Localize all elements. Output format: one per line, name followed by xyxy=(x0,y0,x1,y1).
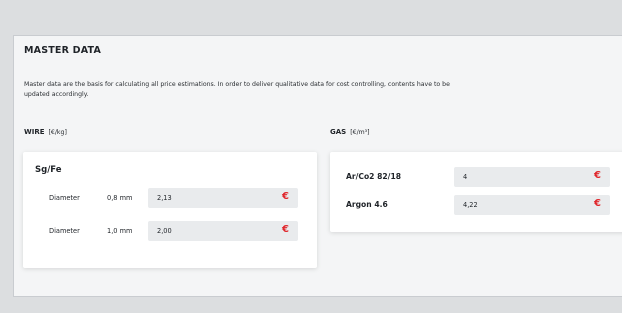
wire-price-input-1-0mm[interactable]: 2,00 € xyxy=(148,221,298,241)
wire-price-value: 2,13 xyxy=(157,194,172,202)
gas-label: GAS xyxy=(330,128,347,136)
gas-name: Ar/Co2 82/18 xyxy=(346,172,402,181)
master-data-panel: MASTER DATA Master data are the basis fo… xyxy=(13,35,622,297)
diameter-label: Diameter xyxy=(49,194,80,202)
gas-price-input-arco2[interactable]: 4 € xyxy=(454,167,610,187)
gas-section-label: GAS [€/m³] xyxy=(330,128,370,136)
page-description: Master data are the basis for calculatin… xyxy=(24,81,450,98)
gas-name: Argon 4.6 xyxy=(346,200,388,209)
euro-icon: € xyxy=(594,170,601,181)
euro-icon: € xyxy=(282,191,289,202)
wire-price-input-0-8mm[interactable]: 2,13 € xyxy=(148,188,298,208)
euro-icon: € xyxy=(282,224,289,235)
wire-label: WIRE xyxy=(24,128,45,136)
diameter-label: Diameter xyxy=(49,227,80,235)
wire-unit: [€/kg] xyxy=(48,129,67,136)
wire-price-value: 2,00 xyxy=(157,227,172,235)
gas-row: Argon 4.6 4,22 € xyxy=(330,195,622,215)
gas-price-input-argon[interactable]: 4,22 € xyxy=(454,195,610,215)
gas-row: Ar/Co2 82/18 4 € xyxy=(330,167,622,187)
wire-card-title: Sg/Fe xyxy=(35,165,62,175)
wire-card: Sg/Fe Diameter 0,8 mm 2,13 € Diameter 1,… xyxy=(23,152,317,268)
wire-row: Diameter 1,0 mm 2,00 € xyxy=(23,221,317,241)
euro-icon: € xyxy=(594,198,601,209)
gas-price-value: 4 xyxy=(463,173,468,181)
gas-price-value: 4,22 xyxy=(463,201,478,209)
diameter-size: 1,0 mm xyxy=(107,227,133,235)
gas-unit: [€/m³] xyxy=(350,129,370,136)
wire-row: Diameter 0,8 mm 2,13 € xyxy=(23,188,317,208)
diameter-size: 0,8 mm xyxy=(107,194,133,202)
wire-section-label: WIRE [€/kg] xyxy=(24,128,67,136)
gas-card: Ar/Co2 82/18 4 € Argon 4.6 4,22 € xyxy=(330,152,622,232)
page-title: MASTER DATA xyxy=(24,45,102,56)
